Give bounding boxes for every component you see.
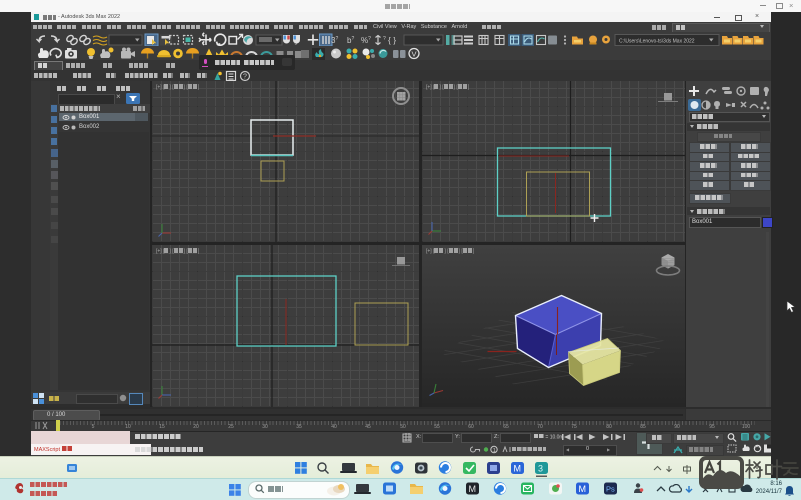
svg-text:1: 1 <box>493 448 496 454</box>
svg-text:C:\Users\Lenovo-ts\3ds Max 202: C:\Users\Lenovo-ts\3ds Max 2022 <box>619 38 695 44</box>
svg-text:Ps: Ps <box>606 485 615 494</box>
svg-text:M: M <box>469 484 477 494</box>
svg-text:%?: %? <box>361 36 371 45</box>
svg-text:M: M <box>514 464 522 474</box>
svg-text:M: M <box>579 484 587 494</box>
svg-text:b?: b? <box>347 36 354 45</box>
svg-text:{ }: { } <box>388 35 396 45</box>
svg-text:?: ? <box>243 74 247 81</box>
svg-text:3: 3 <box>538 464 543 474</box>
svg-text:V: V <box>412 50 417 59</box>
svg-text:3?: 3? <box>331 36 338 45</box>
svg-text:?: ? <box>383 36 386 42</box>
